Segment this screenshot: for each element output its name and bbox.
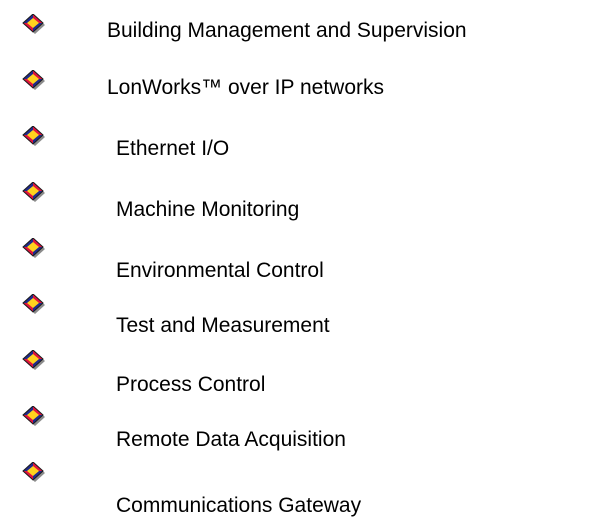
list-item-label: Environmental Control [116,259,324,282]
list-item: Test and Measurement [0,294,609,337]
list-item-label: Building Management and Supervision [107,19,467,42]
application-list: Building Management and Supervision LonW… [0,0,609,526]
list-item-label: Communications Gateway [116,494,362,517]
list-item: Remote Data Acquisition [0,406,609,451]
diamond-bullet-icon [22,70,46,90]
list-item-label: Process Control [116,373,266,396]
list-item: Communications Gateway [0,462,609,517]
diamond-bullet-icon [22,350,46,370]
list-item: LonWorks™ over IP networks [0,70,609,110]
list-item-label: Ethernet I/O [116,137,230,160]
diamond-bullet-icon [22,182,46,202]
list-item: Ethernet I/O [0,126,609,166]
list-item-label: LonWorks™ over IP networks [107,76,384,99]
list-item: Process Control [0,350,609,396]
diamond-bullet-icon [22,406,46,426]
diamond-bullet-icon [22,462,46,482]
list-item-label: Remote Data Acquisition [116,428,346,451]
diamond-bullet-icon [22,238,46,258]
list-item-label: Test and Measurement [116,314,330,337]
list-item-label: Machine Monitoring [116,198,300,221]
list-item: Machine Monitoring [0,182,609,222]
list-item: Building Management and Supervision [0,14,609,54]
diamond-bullet-icon [22,126,46,146]
diamond-bullet-icon [22,14,46,34]
diamond-bullet-icon [22,294,46,314]
list-item: Environmental Control [0,238,609,282]
